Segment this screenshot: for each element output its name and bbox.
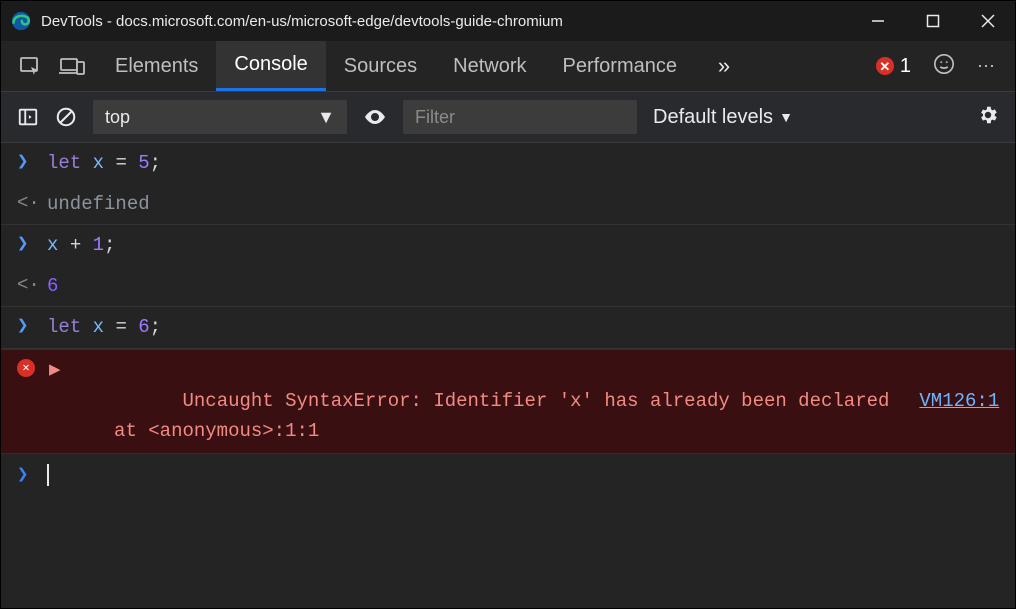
window-maximize-button[interactable] [905, 1, 960, 41]
text-cursor [47, 464, 49, 486]
console-filter-input[interactable]: Filter [403, 100, 637, 134]
feedback-smiley-icon[interactable] [933, 53, 955, 80]
devtools-tabbar: ElementsConsoleSourcesNetworkPerformance… [1, 41, 1015, 92]
input-chevron-icon: ❯ [17, 149, 33, 176]
output-arrow-icon: <· [17, 272, 33, 299]
tab-network[interactable]: Network [435, 41, 544, 91]
execution-context-select[interactable]: top ▼ [93, 100, 347, 134]
console-result-value: 6 [47, 272, 58, 301]
console-input-code: let x = 6; [47, 313, 161, 342]
caret-down-icon: ▼ [317, 107, 335, 128]
window-titlebar: DevTools - docs.microsoft.com/en-us/micr… [1, 1, 1015, 41]
window-minimize-button[interactable] [850, 1, 905, 41]
input-chevron-icon: ❯ [17, 231, 33, 258]
console-error-row[interactable]: ✕ ▶ Uncaught SyntaxError: Identifier 'x'… [1, 349, 1015, 454]
inspect-element-icon[interactable] [13, 54, 47, 78]
console-input-row: ❯ let x = 6; [1, 307, 1015, 349]
log-levels-select[interactable]: Default levels ▼ [653, 106, 793, 129]
more-options-icon[interactable]: ⋯ [977, 56, 997, 77]
console-input-code: let x = 5; [47, 149, 161, 178]
console-output-row: <· undefined [1, 184, 1015, 226]
console-sidebar-toggle-icon[interactable] [17, 106, 39, 128]
clear-console-icon[interactable] [55, 106, 77, 128]
window-close-button[interactable] [960, 1, 1015, 41]
error-stack: at <anonymous>:1:1 [68, 420, 319, 442]
more-tabs-icon[interactable]: » [707, 53, 741, 79]
device-toolbar-icon[interactable] [55, 54, 89, 78]
error-count: 1 [900, 55, 911, 78]
console-prompt[interactable]: ❯ [1, 454, 1015, 497]
console-input-code: x + 1; [47, 231, 115, 260]
context-value: top [105, 107, 130, 128]
error-icon: ✕ [17, 359, 35, 377]
console-toolbar: top ▼ Filter Default levels ▼ [1, 92, 1015, 143]
live-expression-icon[interactable] [363, 105, 387, 129]
levels-label: Default levels [653, 106, 773, 129]
console-result-row: <· 6 [1, 266, 1015, 308]
console-input-row: ❯ let x = 5; [1, 143, 1015, 184]
output-arrow-icon: <· [17, 190, 33, 217]
input-chevron-icon: ❯ [17, 313, 33, 340]
console-input-row: ❯ x + 1; [1, 225, 1015, 266]
error-source-link[interactable]: VM126:1 [919, 390, 999, 412]
console-settings-icon[interactable] [977, 104, 999, 131]
edge-devtools-icon [11, 11, 31, 31]
console-log-area[interactable]: ❯ let x = 5; <· undefined ❯ x + 1; <· 6 ❯ let x =… [1, 143, 1015, 608]
window-title: DevTools - docs.microsoft.com/en-us/micr… [41, 13, 850, 30]
prompt-chevron-icon: ❯ [17, 462, 33, 489]
caret-down-icon: ▼ [779, 109, 793, 125]
error-icon: ✕ [876, 57, 894, 75]
disclosure-triangle-icon[interactable]: ▶ [49, 358, 60, 447]
tab-elements[interactable]: Elements [97, 41, 216, 91]
tab-sources[interactable]: Sources [326, 41, 435, 91]
tab-performance[interactable]: Performance [545, 41, 696, 91]
filter-placeholder: Filter [415, 107, 455, 128]
error-count-badge[interactable]: ✕ 1 [876, 55, 911, 78]
tab-console[interactable]: Console [216, 41, 325, 91]
error-message: Uncaught SyntaxError: Identifier 'x' has… [182, 390, 889, 412]
console-output-value: undefined [47, 190, 150, 219]
